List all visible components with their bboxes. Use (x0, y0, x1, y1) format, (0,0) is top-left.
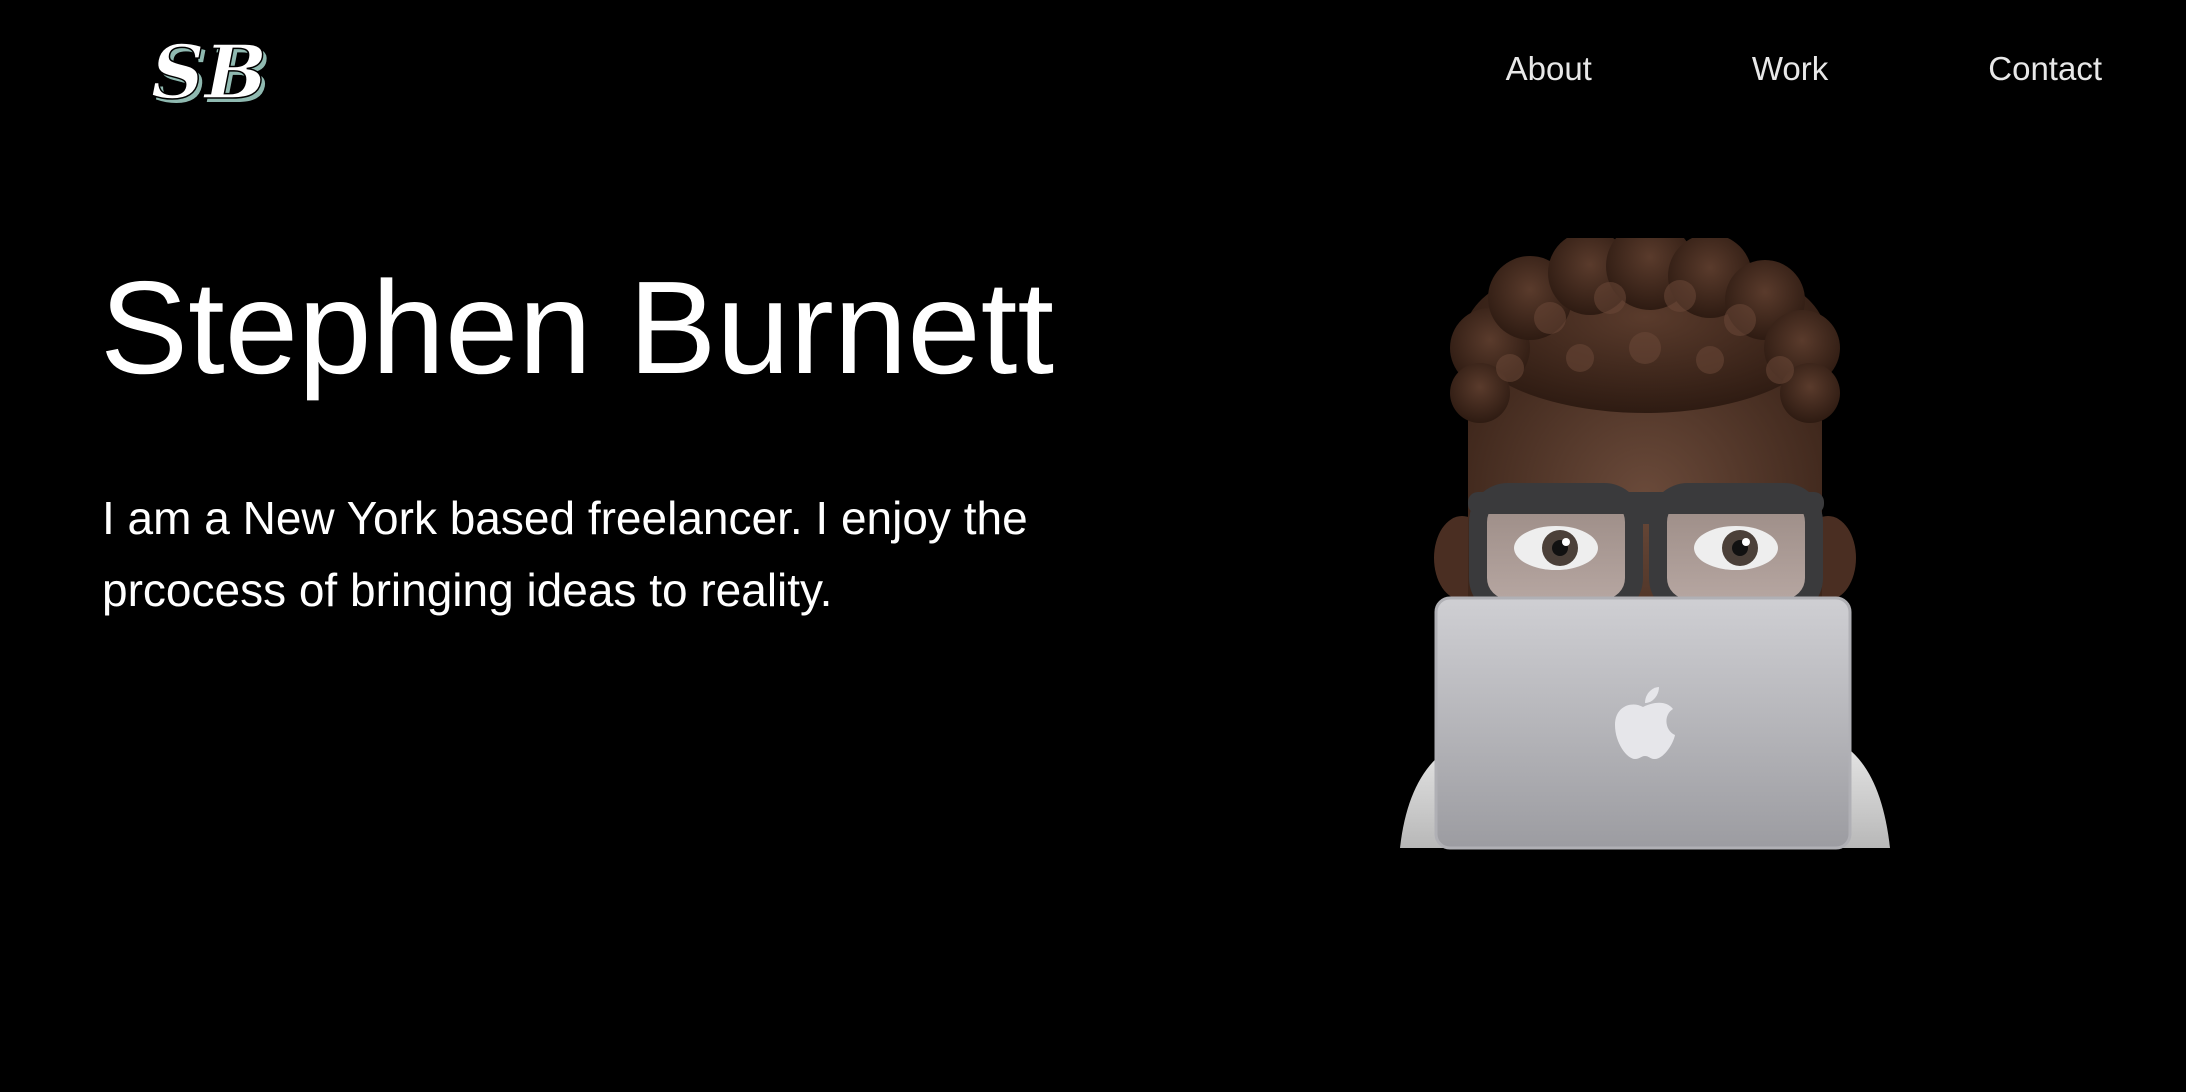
nav-link-work[interactable]: Work (1752, 52, 1828, 85)
hero-title: Stephen Burnett (100, 254, 1055, 401)
nav-link-about[interactable]: About (1506, 52, 1592, 85)
nav-link-contact[interactable]: Contact (1988, 52, 2102, 85)
site-logo[interactable]: SB SB (148, 28, 288, 120)
sb-logo-icon: SB SB (150, 29, 271, 120)
memoji-laptop-avatar (1390, 222, 1900, 854)
svg-text:SB: SB (151, 30, 267, 116)
main-nav: About Work Contact (1506, 52, 2102, 85)
hero-description: I am a New York based freelancer. I enjo… (102, 492, 1028, 616)
